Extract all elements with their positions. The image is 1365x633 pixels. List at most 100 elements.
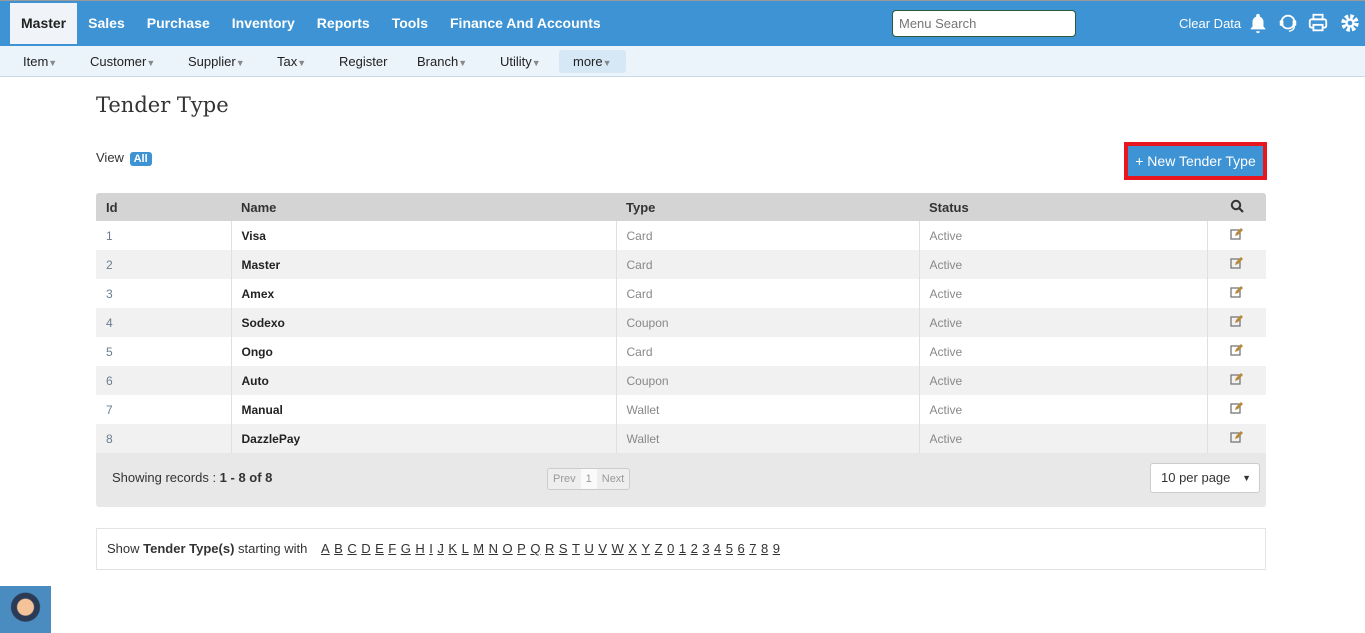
alpha-link-I[interactable]: I [429, 541, 433, 556]
alpha-link-1[interactable]: 1 [679, 541, 686, 556]
alpha-link-V[interactable]: V [598, 541, 607, 556]
edit-button[interactable] [1207, 366, 1266, 395]
submenu-supplier[interactable]: Supplier▼ [188, 50, 245, 73]
alpha-link-T[interactable]: T [572, 541, 580, 556]
next-page-button[interactable]: Next [597, 469, 630, 489]
alpha-link-N[interactable]: N [489, 541, 498, 556]
alpha-link-U[interactable]: U [584, 541, 593, 556]
alpha-link-G[interactable]: G [401, 541, 411, 556]
submenu-item[interactable]: Item▼ [23, 50, 57, 73]
edit-button[interactable] [1207, 337, 1266, 366]
alpha-link-Z[interactable]: Z [655, 541, 663, 556]
alpha-link-L[interactable]: L [462, 541, 469, 556]
bell-icon[interactable] [1247, 12, 1269, 34]
alpha-link-A[interactable]: A [321, 541, 330, 556]
new-tender-type-button[interactable]: + New Tender Type [1128, 146, 1263, 176]
alpha-link-0[interactable]: 0 [667, 541, 674, 556]
alpha-link-6[interactable]: 6 [738, 541, 745, 556]
edit-button[interactable] [1207, 221, 1266, 250]
alpha-link-2[interactable]: 2 [691, 541, 698, 556]
cell-name: DazzlePay [231, 424, 617, 453]
table-search-button[interactable] [1207, 193, 1266, 221]
alpha-link-8[interactable]: 8 [761, 541, 768, 556]
edit-button[interactable] [1207, 395, 1266, 424]
cell-id: 8 [96, 424, 232, 453]
submenu-register[interactable]: Register [339, 50, 387, 73]
search-icon [1230, 199, 1244, 213]
submenu-customer[interactable]: Customer▼ [90, 50, 155, 73]
edit-button[interactable] [1207, 279, 1266, 308]
alpha-link-M[interactable]: M [473, 541, 484, 556]
alpha-link-J[interactable]: J [437, 541, 444, 556]
alpha-link-X[interactable]: X [628, 541, 637, 556]
alpha-link-S[interactable]: S [559, 541, 568, 556]
alpha-link-R[interactable]: R [545, 541, 554, 556]
menu-finance-and-accounts[interactable]: Finance And Accounts [439, 3, 612, 44]
table-row: 5 Ongo Card Active [96, 337, 1266, 366]
alpha-link-H[interactable]: H [415, 541, 424, 556]
cell-name: Visa [231, 221, 617, 250]
submenu-utility[interactable]: Utility▼ [500, 50, 541, 73]
menu-purchase[interactable]: Purchase [136, 3, 221, 44]
alpha-link-Q[interactable]: Q [530, 541, 540, 556]
caret-down-icon: ▼ [48, 58, 58, 68]
cell-status: Active [919, 250, 1208, 279]
submenu-label: more [573, 54, 603, 69]
clear-data-link[interactable]: Clear Data [1179, 16, 1241, 31]
alpha-link-D[interactable]: D [361, 541, 370, 556]
submenu-more[interactable]: more▼ [559, 50, 626, 73]
showing-records: Showing records : 1 - 8 of 8 [112, 470, 272, 485]
view-all-badge[interactable]: All [129, 152, 152, 166]
alpha-link-F[interactable]: F [388, 541, 396, 556]
alpha-link-5[interactable]: 5 [726, 541, 733, 556]
cell-type: Wallet [616, 395, 920, 424]
column-header-status[interactable]: Status [919, 193, 1207, 221]
support-avatar[interactable] [0, 586, 51, 633]
submenu-branch[interactable]: Branch▼ [417, 50, 467, 73]
gear-icon[interactable] [1339, 12, 1361, 34]
column-header-name[interactable]: Name [231, 193, 616, 221]
alpha-link-K[interactable]: K [448, 541, 457, 556]
per-page-select[interactable]: 10 per page ▼ [1150, 463, 1260, 493]
column-header-type[interactable]: Type [616, 193, 919, 221]
alpha-link-W[interactable]: W [612, 541, 624, 556]
alpha-link-9[interactable]: 9 [773, 541, 780, 556]
page-1-button[interactable]: 1 [580, 469, 597, 489]
cell-type: Wallet [616, 424, 920, 453]
alpha-link-4[interactable]: 4 [714, 541, 721, 556]
alpha-link-P[interactable]: P [517, 541, 526, 556]
edit-button[interactable] [1207, 424, 1266, 453]
menu-sales[interactable]: Sales [77, 3, 136, 44]
alpha-link-E[interactable]: E [375, 541, 384, 556]
edit-button[interactable] [1207, 250, 1266, 279]
cell-id: 2 [96, 250, 232, 279]
alpha-link-Y[interactable]: Y [641, 541, 650, 556]
cell-type: Card [616, 250, 920, 279]
alpha-link-B[interactable]: B [334, 541, 343, 556]
menu-master[interactable]: Master [10, 3, 78, 44]
menu-reports[interactable]: Reports [306, 3, 381, 44]
alpha-link-3[interactable]: 3 [702, 541, 709, 556]
cell-type: Card [616, 337, 920, 366]
menu-tools[interactable]: Tools [381, 3, 439, 44]
printer-icon[interactable] [1307, 12, 1329, 34]
submenu-tax[interactable]: Tax▼ [277, 50, 306, 73]
support-headset-icon[interactable] [1277, 12, 1299, 34]
cell-name: Master [231, 250, 617, 279]
edit-button[interactable] [1207, 308, 1266, 337]
cell-name: Ongo [231, 337, 617, 366]
alpha-link-O[interactable]: O [503, 541, 513, 556]
edit-icon [1230, 315, 1244, 327]
alpha-link-7[interactable]: 7 [749, 541, 756, 556]
caret-down-icon: ▼ [602, 58, 612, 68]
menu-search-input[interactable] [892, 10, 1076, 37]
cell-name: Amex [231, 279, 617, 308]
menu-inventory[interactable]: Inventory [221, 3, 306, 44]
edit-icon [1230, 402, 1244, 414]
prev-page-button[interactable]: Prev [548, 469, 581, 489]
table-row: 2 Master Card Active [96, 250, 1266, 279]
column-header-id[interactable]: Id [96, 193, 231, 221]
alpha-link-C[interactable]: C [347, 541, 356, 556]
table-row: 8 DazzlePay Wallet Active [96, 424, 1266, 453]
alpha-prefix: Show [107, 541, 144, 556]
